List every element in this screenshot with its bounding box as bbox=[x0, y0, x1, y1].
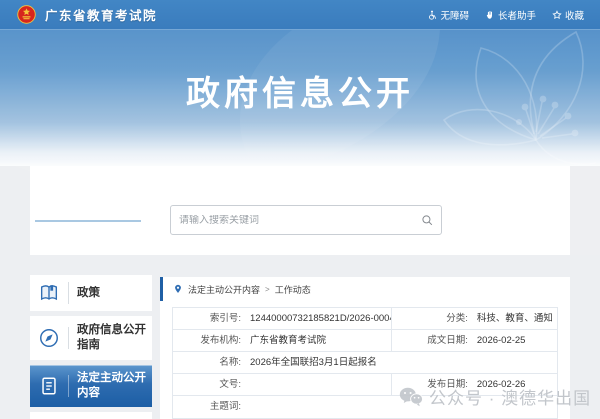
field-label: 主题词: bbox=[209, 401, 241, 412]
field-label: 名称: bbox=[219, 357, 241, 368]
book-icon bbox=[30, 282, 68, 304]
category-cell: 分类: 科技、教育、通知 bbox=[392, 308, 557, 329]
index-number-cell: 索引号: 12440000732185821D/2026-00040 bbox=[173, 308, 392, 329]
favorite-label: 收藏 bbox=[564, 10, 584, 22]
accessibility-label: 无障碍 bbox=[440, 10, 469, 22]
sidebar-item-statutory-disclosure[interactable]: 法定主动公开内容 bbox=[30, 365, 152, 407]
site-name: 广东省教育考试院 bbox=[45, 9, 158, 23]
field-value: 2026-02-26 bbox=[476, 379, 526, 390]
star-icon bbox=[552, 9, 562, 19]
top-bar: 广东省教育考试院 无障碍 长者助手 收藏 bbox=[0, 0, 600, 30]
sidebar-item-label: 政策 bbox=[77, 286, 100, 299]
sidebar-item-organization[interactable]: 组织机构 + bbox=[30, 411, 152, 419]
field-value: 12440000732185821D/2026-00040 bbox=[250, 313, 392, 324]
issue-date-cell: 成文日期: 2026-02-25 bbox=[392, 330, 557, 351]
search-section bbox=[30, 166, 570, 255]
compass-icon bbox=[30, 327, 68, 349]
issuing-agency-cell: 发布机构: 广东省教育考试院 bbox=[173, 330, 392, 351]
field-label: 发布日期: bbox=[427, 379, 468, 390]
decorative-line bbox=[35, 220, 141, 222]
main-panel: 法定主动公开内容 > 工作动态 索引号: 12440000732185821D/… bbox=[160, 277, 570, 419]
page: 广东省教育考试院 无障碍 长者助手 收藏 政府信息公开 请输入搜索关键词 政策 … bbox=[0, 0, 600, 419]
banner: 政府信息公开 bbox=[0, 0, 600, 270]
table-row: 索引号: 12440000732185821D/2026-00040 分类: 科… bbox=[173, 308, 557, 330]
sidebar-item-disclosure-guide[interactable]: 政府信息公开指南 bbox=[30, 316, 152, 360]
keywords-cell: 主题词: bbox=[173, 396, 557, 418]
accessibility-icon bbox=[429, 10, 437, 20]
location-pin-icon bbox=[175, 284, 181, 293]
elder-assistant-link[interactable]: 长者助手 bbox=[485, 8, 536, 22]
table-row: 发布机构: 广东省教育考试院 成文日期: 2026-02-25 bbox=[173, 330, 557, 352]
field-value bbox=[241, 374, 250, 395]
table-row: 名称: 2026年全国联招3月1日起报名 bbox=[173, 352, 557, 374]
field-label: 文号: bbox=[219, 379, 241, 390]
field-value: 科技、教育、通知 bbox=[476, 313, 553, 324]
title-cell: 名称: 2026年全国联招3月1日起报名 bbox=[173, 352, 557, 373]
elder-assistant-icon bbox=[486, 10, 492, 19]
table-row: 主题词: bbox=[173, 396, 557, 418]
field-label: 成文日期: bbox=[427, 335, 468, 346]
search-button[interactable] bbox=[413, 206, 441, 234]
document-number-cell: 文号: bbox=[173, 374, 392, 395]
search-input[interactable] bbox=[171, 214, 413, 226]
field-value bbox=[241, 396, 250, 418]
field-label: 发布机构: bbox=[200, 335, 241, 346]
sidebar: 政策 政府信息公开指南 法定主动公开内容 bbox=[30, 275, 152, 419]
publish-date-cell: 发布日期: 2026-02-26 bbox=[392, 374, 557, 395]
search-icon bbox=[421, 214, 432, 225]
page-title: 政府信息公开 bbox=[186, 75, 414, 113]
field-label: 索引号: bbox=[209, 313, 241, 324]
content-area: 政策 政府信息公开指南 法定主动公开内容 法定主动公开内容 > 工作动态 索引号… bbox=[0, 255, 600, 419]
top-links: 无障碍 长者助手 收藏 bbox=[427, 8, 584, 22]
breadcrumb: 法定主动公开内容 > 工作动态 bbox=[160, 277, 570, 301]
field-label: 分类: bbox=[446, 313, 468, 324]
table-row: 文号: 发布日期: 2026-02-26 bbox=[173, 374, 557, 396]
field-value: 2026-02-25 bbox=[476, 335, 526, 346]
sidebar-item-policy[interactable]: 政策 bbox=[30, 275, 152, 311]
national-emblem-icon bbox=[17, 5, 36, 24]
site-logo-link[interactable]: 广东省教育考试院 bbox=[16, 4, 157, 25]
document-icon bbox=[30, 375, 68, 397]
sidebar-item-label: 政府信息公开指南 bbox=[77, 324, 146, 351]
sidebar-item-label: 法定主动公开内容 bbox=[77, 372, 146, 399]
breadcrumb-item-current[interactable]: 工作动态 bbox=[275, 283, 311, 296]
accessibility-link[interactable]: 无障碍 bbox=[427, 8, 469, 22]
breadcrumb-item[interactable]: 法定主动公开内容 bbox=[188, 283, 260, 296]
document-detail-table: 索引号: 12440000732185821D/2026-00040 分类: 科… bbox=[172, 307, 558, 419]
breadcrumb-separator: > bbox=[265, 284, 270, 294]
field-value: 广东省教育考试院 bbox=[250, 335, 327, 346]
search-box bbox=[170, 205, 442, 235]
favorite-link[interactable]: 收藏 bbox=[552, 8, 584, 22]
field-value: 2026年全国联招3月1日起报名 bbox=[250, 357, 377, 368]
elder-assistant-label: 长者助手 bbox=[497, 10, 536, 22]
